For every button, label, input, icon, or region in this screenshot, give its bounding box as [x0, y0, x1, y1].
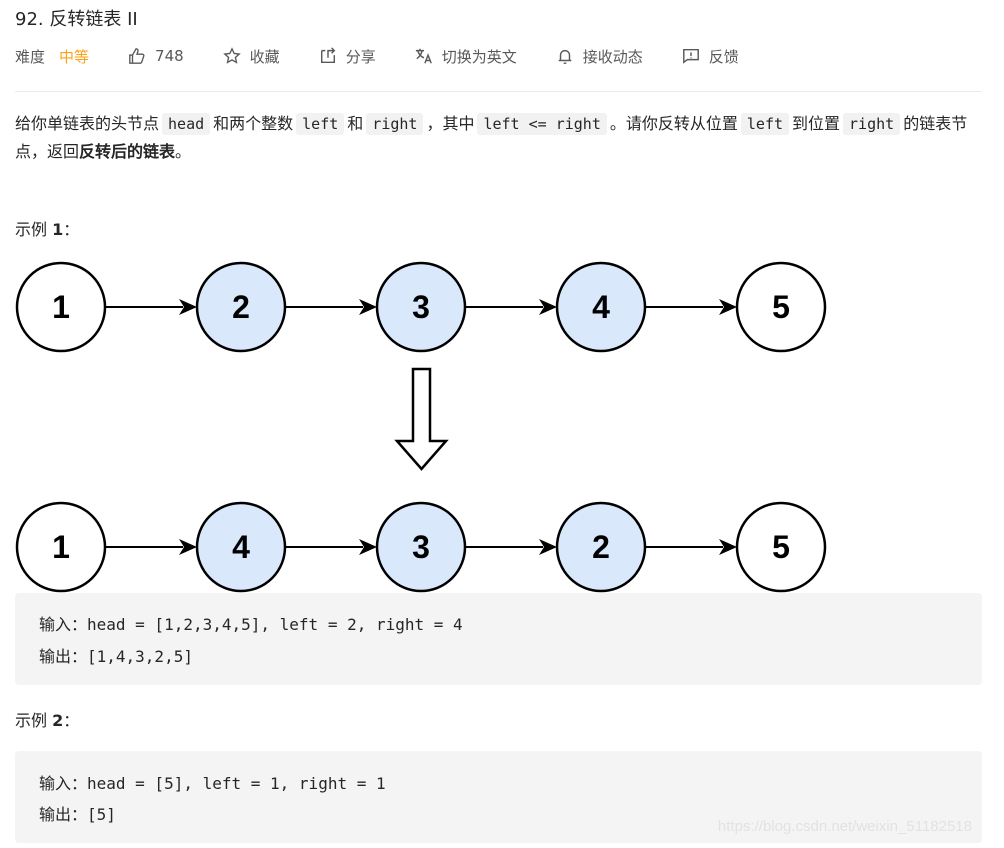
feedback-button[interactable]: 反馈	[681, 46, 739, 67]
problem-toolbar: 难度 中等 748 收藏 分享 切换为英文 接收动态 反馈	[15, 44, 777, 68]
feedback-icon	[681, 46, 701, 66]
example-1-label: 示例 1：	[15, 216, 79, 240]
divider	[15, 91, 982, 92]
after-node-label: 3	[412, 529, 430, 565]
desc-text: 到位置	[792, 114, 841, 133]
example-label-num: 1	[52, 220, 64, 239]
problem-title: 92. 反转链表 II	[15, 9, 138, 30]
code-left: left	[296, 113, 345, 135]
before-node-label: 3	[412, 289, 430, 325]
desc-text: 给你单链表的头节点	[15, 114, 160, 133]
translate-icon	[414, 46, 434, 66]
example-1-code-block: 输入：head = [1,2,3,4,5], left = 2, right =…	[15, 593, 982, 685]
code-right: right	[843, 113, 901, 135]
desc-text: 和	[347, 114, 364, 133]
desc-text: 。	[175, 142, 192, 161]
after-node-label: 1	[52, 529, 70, 565]
like-button[interactable]: 748	[127, 46, 184, 66]
desc-text: 。请你反转从位置	[609, 114, 738, 133]
difficulty-label: 难度	[15, 47, 46, 66]
difficulty-badge: 中等	[59, 47, 90, 66]
example-label-suffix: ：	[63, 220, 80, 239]
thumbs-up-icon	[127, 46, 147, 66]
star-icon	[222, 46, 242, 66]
desc-text: 和两个整数	[213, 114, 294, 133]
example-2-code-block: 输入：head = [5], left = 1, right = 1 输出：[5…	[15, 751, 982, 843]
transform-arrow-icon	[394, 367, 449, 471]
before-node-label: 1	[52, 289, 70, 325]
subscribe-button[interactable]: 接收动态	[555, 46, 643, 67]
favorite-button[interactable]: 收藏	[222, 46, 280, 67]
code-condition: left <= right	[477, 113, 607, 135]
desc-bold: 反转后的链表	[79, 142, 176, 161]
problem-description: 给你单链表的头节点 head 和两个整数 left 和 right ，其中 left <= r…	[15, 110, 990, 166]
feedback-label: 反馈	[708, 47, 739, 66]
code-right: right	[366, 113, 424, 135]
watermark: https://blog.csdn.net/weixin_51182518	[717, 818, 972, 835]
example-1-output: 输出：[1,4,3,2,5]	[39, 647, 193, 666]
before-node-label: 4	[592, 289, 610, 325]
before-node-label: 2	[232, 289, 250, 325]
bell-icon	[555, 46, 575, 66]
translate-button[interactable]: 切换为英文	[414, 46, 517, 67]
share-icon	[318, 46, 338, 66]
after-node-label: 4	[232, 529, 250, 565]
example-2-label: 示例 2：	[15, 707, 79, 731]
code-head: head	[162, 113, 211, 135]
desc-text: ，其中	[426, 114, 475, 133]
like-count: 748	[155, 47, 184, 65]
code-left: left	[740, 113, 790, 135]
example-1-input: 输入：head = [1,2,3,4,5], left = 2, right =…	[39, 615, 463, 634]
after-node-label: 2	[592, 529, 610, 565]
share-button[interactable]: 分享	[318, 46, 376, 67]
example-label-prefix: 示例	[15, 711, 48, 730]
example-label-prefix: 示例	[15, 220, 48, 239]
example-2-input: 输入：head = [5], left = 1, right = 1	[39, 774, 386, 793]
example-label-suffix: ：	[63, 711, 80, 730]
example-label-num: 2	[52, 711, 64, 730]
translate-label: 切换为英文	[441, 47, 517, 66]
after-node-label: 5	[772, 529, 790, 565]
subscribe-label: 接收动态	[582, 47, 643, 66]
linked-list-diagram: 1 2 3 4 5 1 4 3 2 5	[15, 261, 827, 593]
share-label: 分享	[345, 47, 376, 66]
before-node-label: 5	[772, 289, 790, 325]
example-2-output: 输出：[5]	[39, 805, 116, 824]
favorite-label: 收藏	[249, 47, 280, 66]
